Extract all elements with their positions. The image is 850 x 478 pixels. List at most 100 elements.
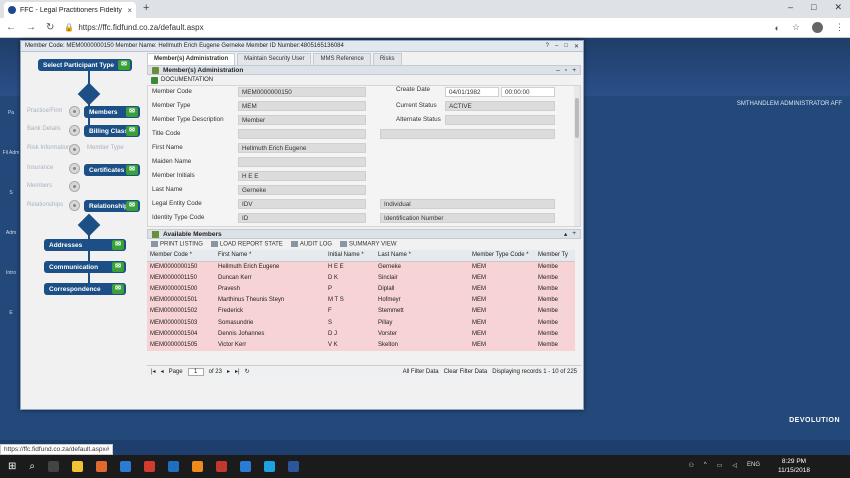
identity-type-code-field[interactable]: ID (238, 213, 366, 223)
table-row[interactable]: MEM0000001500 Pravesh P Diplall MEM Membe (147, 283, 575, 296)
forward-icon[interactable]: → (26, 22, 36, 33)
select-participant-type-step[interactable]: Select Participant Type ✉ (38, 59, 132, 71)
column-header[interactable]: Initial Name * (325, 250, 375, 262)
people-icon[interactable]: ⚇ (688, 462, 693, 469)
documentation-link[interactable]: DOCUMENTATION (147, 75, 581, 85)
page-input[interactable]: 1 (187, 367, 204, 376)
clear-filter-link[interactable]: Clear Filter Data (444, 369, 488, 375)
relationships-step[interactable]: Relationships ✉ (84, 200, 140, 212)
summary-view-button[interactable]: SUMMARY VIEW (340, 241, 397, 248)
search-icon[interactable]: ⌕ (29, 461, 35, 472)
volume-icon[interactable]: ◁ (732, 462, 737, 469)
reload-icon[interactable]: ↻ (46, 22, 54, 33)
add-icon[interactable]: + (572, 67, 576, 74)
last-page-icon[interactable]: ▸| (235, 368, 240, 375)
edge-icon[interactable] (120, 461, 131, 472)
title-code-field[interactable] (238, 129, 366, 139)
app-icon[interactable] (216, 461, 227, 472)
member-type-desc-field[interactable]: Member (238, 115, 366, 125)
column-header[interactable]: First Name * (215, 250, 325, 262)
legal-entity-code-field[interactable]: IDV (238, 199, 366, 209)
first-name-field[interactable]: Hellmuth Erich Eugene (238, 143, 366, 153)
all-filter-link[interactable]: All Filter Data (403, 369, 439, 375)
column-header[interactable]: Member Type Code * (469, 250, 535, 262)
side-nav-item[interactable]: Intro (2, 270, 20, 276)
table-row[interactable]: MEM0000000150 Hellmuth Erich Eugene H E EG… (147, 261, 575, 273)
status-extra-field[interactable] (380, 129, 555, 139)
minimize-button[interactable]: – (788, 2, 793, 13)
member-code-field[interactable]: MEM0000000150 (238, 87, 366, 97)
firefox-icon[interactable] (96, 461, 107, 472)
clock[interactable]: 8:29 PM 11/15/2018 (778, 457, 810, 475)
table-row[interactable]: MEM0000001503 Somasundrie S Pillay MEM Membe (147, 316, 575, 329)
outlook-icon[interactable] (168, 461, 179, 472)
word-icon[interactable] (288, 461, 299, 472)
table-row[interactable]: MEM0000001504 Dennis Johannes D J Vorster ME… (147, 328, 575, 340)
create-date-field[interactable]: 04/01/1982 (445, 87, 499, 97)
network-icon[interactable]: ▭ (717, 462, 723, 469)
side-nav-item[interactable]: E (2, 310, 20, 316)
communication-step[interactable]: Communication ✉ (44, 261, 126, 273)
side-nav-item[interactable]: Adm (2, 230, 20, 236)
url-field[interactable]: 🔒 https://ffc.fidfund.co.za/default.aspx (64, 23, 203, 32)
table-row[interactable]: MEM0000001502 Frederick F Stemmett MEM Membe (147, 305, 575, 318)
billing-class-step[interactable]: Billing Class ✉ (84, 125, 140, 137)
help-button[interactable]: ? (546, 43, 549, 50)
chevron-up-icon[interactable]: ^ (704, 462, 707, 469)
print-listing-button[interactable]: PRINT LISTING (151, 241, 203, 248)
task-view-icon[interactable] (48, 461, 59, 472)
ie-icon[interactable] (240, 461, 251, 472)
close-window-button[interactable]: ✕ (834, 2, 842, 13)
load-report-state-button[interactable]: LOAD REPORT STATE (210, 241, 283, 248)
skype-icon[interactable] (264, 461, 275, 472)
correspondence-step[interactable]: Correspondence ✉ (44, 283, 126, 295)
tab-mms-reference[interactable]: MMS Reference (313, 53, 371, 65)
column-header[interactable]: Member Code * (147, 250, 215, 262)
scrollbar-thumb[interactable] (575, 98, 579, 138)
prev-page-icon[interactable]: ◂ (161, 368, 164, 375)
column-header[interactable]: Last Name * (375, 250, 469, 262)
collapse-icon[interactable]: – (556, 67, 560, 74)
last-name-field[interactable]: Gerneke (238, 185, 366, 195)
side-nav-item[interactable]: Pa (2, 110, 20, 116)
current-status-field[interactable]: ACTIVE (445, 101, 555, 111)
profile-avatar[interactable] (812, 22, 823, 33)
side-nav-item[interactable]: S (2, 190, 20, 196)
tab-risks[interactable]: Risks (372, 53, 402, 65)
members-step[interactable]: Members ✉ (84, 106, 140, 118)
tab-close-icon[interactable]: × (127, 6, 132, 15)
table-row[interactable]: MEM0000001505 Victor Kerr V K Skelton MEM Mem… (147, 339, 575, 352)
next-page-icon[interactable]: ▸ (227, 368, 230, 375)
windows-start-icon[interactable]: ⊞ (8, 461, 16, 472)
column-header[interactable]: Member Ty (535, 250, 575, 262)
menu-icon[interactable]: ⋮ (835, 22, 844, 33)
table-row[interactable]: MEM0000001150 Duncan Kerr D K Sinclair MEM Me… (147, 272, 575, 284)
member-initials-field[interactable]: H E E (238, 171, 366, 181)
bookmark-star-icon[interactable]: ☆ (792, 22, 800, 33)
browser-tab[interactable]: FFC - Legal Practitioners Fidelity × (4, 2, 136, 18)
modal-maximize-button[interactable]: □ (564, 43, 568, 50)
extension-icon[interactable]: ◐ (774, 23, 779, 33)
vlc-icon[interactable] (192, 461, 203, 472)
tab-security-user[interactable]: Maintain Security User (237, 53, 312, 65)
legal-entity-desc-field[interactable]: Individual (380, 199, 555, 209)
new-tab-button[interactable]: + (143, 2, 149, 14)
create-time-field[interactable]: 00:00:00 (501, 87, 555, 97)
maximize-button[interactable]: □ (811, 2, 816, 13)
identity-type-desc-field[interactable]: Identification Number (380, 213, 555, 223)
language-indicator[interactable]: ENG (747, 462, 760, 469)
side-nav-item[interactable]: Fil Adm (2, 150, 20, 156)
member-type-field[interactable]: MEM (238, 101, 366, 111)
alternate-status-field[interactable] (445, 115, 555, 125)
form-scrollbar[interactable] (574, 86, 580, 226)
tab-members-admin[interactable]: Member(s) Administration (147, 53, 236, 65)
audit-log-button[interactable]: AUDIT LOG (290, 241, 332, 248)
addresses-step[interactable]: Addresses ✉ (44, 239, 126, 251)
certificates-step[interactable]: Certificates ✉ (84, 164, 140, 176)
back-icon[interactable]: ← (6, 22, 16, 33)
refresh-icon[interactable]: ↻ (245, 368, 250, 375)
table-row[interactable]: MEM0000001501 Marthinus Theunis Steyn M T … (147, 294, 575, 307)
modal-minimize-button[interactable]: – (555, 43, 558, 50)
expand-icon[interactable]: ▫ (565, 67, 567, 74)
modal-close-button[interactable]: ✕ (574, 43, 579, 50)
